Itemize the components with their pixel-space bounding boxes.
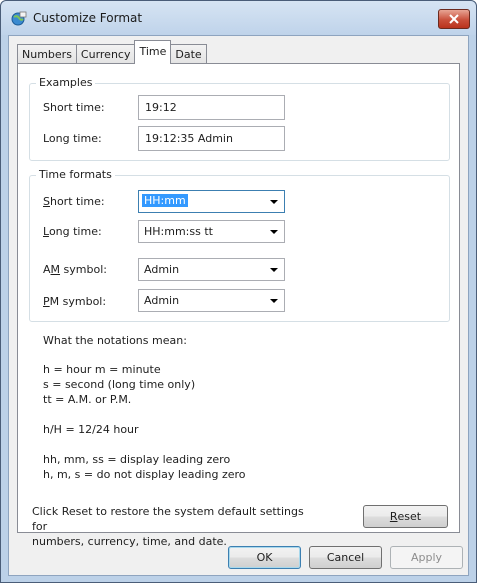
chevron-down-icon[interactable]	[270, 200, 278, 204]
example-short-time-field: 19:12	[138, 95, 285, 120]
close-icon	[449, 14, 459, 24]
tab-currency[interactable]: Currency	[75, 44, 136, 64]
chevron-down-icon[interactable]	[270, 299, 278, 303]
time-formats-group-label: Time formats	[36, 168, 115, 181]
time-formats-group: Time formats Short time: HH:mm Long time…	[29, 168, 450, 322]
pm-symbol-label: PM symbol:	[43, 295, 107, 308]
close-button[interactable]	[438, 9, 470, 29]
tab-numbers[interactable]: Numbers	[17, 44, 77, 64]
long-time-value: HH:mm:ss tt	[144, 225, 213, 238]
notation-line: h = hour m = minute	[43, 363, 161, 376]
apply-button[interactable]: Apply	[390, 546, 463, 569]
short-time-value: HH:mm	[142, 194, 188, 207]
examples-group-label: Examples	[36, 76, 96, 89]
tab-strip: Numbers Currency Time Date	[17, 40, 207, 64]
am-symbol-combo[interactable]: Admin	[138, 258, 285, 281]
window-title: Customize Format	[33, 11, 143, 25]
tab-time[interactable]: Time	[134, 40, 172, 64]
short-time-combo[interactable]: HH:mm	[138, 190, 285, 213]
chevron-down-icon[interactable]	[270, 230, 278, 234]
example-long-time-label: Long time:	[43, 132, 102, 145]
pm-symbol-value: Admin	[144, 294, 180, 307]
notation-line: s = second (long time only)	[43, 378, 196, 391]
notation-line: hh, mm, ss = display leading zero	[43, 453, 231, 466]
customize-format-window: Customize Format Numbers Currency Time D…	[0, 0, 477, 583]
time-tab-panel: Examples Short time: 19:12 Long time: 19…	[17, 63, 460, 548]
notation-line: tt = A.M. or P.M.	[43, 393, 132, 406]
notation-line: h, m, s = do not display leading zero	[43, 468, 246, 481]
dialog-client-area: Numbers Currency Time Date Examples Shor…	[8, 35, 469, 576]
reset-button[interactable]: Reset	[363, 505, 448, 528]
ok-button[interactable]: OK	[228, 546, 301, 569]
reset-description: Click Reset to restore the system defaul…	[32, 505, 304, 548]
title-bar[interactable]: Customize Format	[1, 1, 476, 35]
short-time-label: Short time:	[43, 195, 105, 208]
example-long-time-field: 19:12:35 Admin	[138, 126, 285, 151]
tab-date[interactable]: Date	[170, 44, 207, 64]
am-symbol-label: AM symbol:	[43, 263, 107, 276]
chevron-down-icon[interactable]	[270, 268, 278, 272]
pm-symbol-combo[interactable]: Admin	[138, 289, 285, 312]
cancel-button[interactable]: Cancel	[309, 546, 382, 569]
examples-group: Examples Short time: 19:12 Long time: 19…	[29, 76, 450, 161]
region-globe-icon	[11, 11, 27, 27]
am-symbol-value: Admin	[144, 263, 180, 276]
long-time-label: Long time:	[43, 225, 102, 238]
notations-heading: What the notations mean:	[43, 334, 187, 347]
example-short-time-label: Short time:	[43, 101, 105, 114]
long-time-combo[interactable]: HH:mm:ss tt	[138, 220, 285, 243]
notation-line: h/H = 12/24 hour	[43, 423, 139, 436]
